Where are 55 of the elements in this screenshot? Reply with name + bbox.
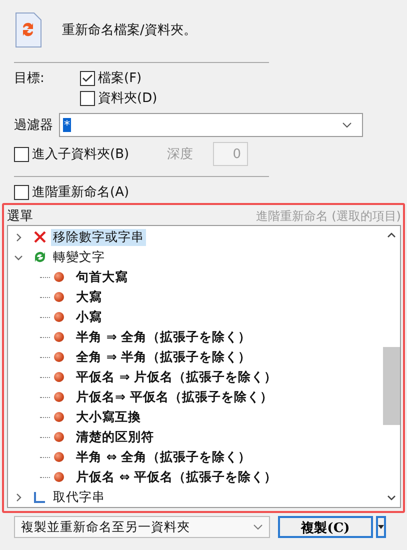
bullet-icon bbox=[54, 472, 64, 482]
tree-item[interactable]: 取代字串 bbox=[51, 488, 107, 506]
bullet-icon bbox=[54, 432, 64, 442]
tree-item[interactable]: 平仮名 ⇒ 片仮名（拡張子を除く） bbox=[74, 368, 280, 386]
tree-item[interactable]: 片仮名⇒ 平仮名（拡張子を除く） bbox=[74, 388, 275, 406]
refresh-icon bbox=[33, 250, 47, 264]
bullet-icon bbox=[54, 272, 64, 282]
tree-item[interactable]: 大小寫互換 bbox=[74, 408, 143, 426]
expander-icon[interactable] bbox=[14, 232, 23, 242]
target-label: 目標: bbox=[14, 70, 46, 88]
chevron-down-icon bbox=[342, 122, 352, 128]
bullet-icon bbox=[54, 372, 64, 382]
chevron-up-icon[interactable] bbox=[387, 232, 396, 238]
bullet-icon bbox=[54, 292, 64, 302]
checkbox-label: 進入子資料夾(B) bbox=[32, 146, 130, 163]
filter-combo[interactable]: * bbox=[59, 113, 363, 137]
tree-item[interactable]: 清楚的区別符 bbox=[74, 428, 156, 446]
checkbox-label: 資料夾(D) bbox=[98, 90, 158, 107]
chevron-down-icon[interactable] bbox=[387, 495, 396, 501]
tree-item[interactable]: 小寫 bbox=[74, 308, 104, 326]
replace-icon bbox=[33, 490, 47, 504]
checkbox-label: 檔案(F) bbox=[98, 70, 142, 87]
filter-label: 過濾器 bbox=[14, 117, 53, 134]
checkbox-label: 進階重新命名(A) bbox=[32, 184, 130, 201]
panel-title: 選單 bbox=[7, 208, 33, 225]
expander-icon[interactable] bbox=[14, 492, 23, 502]
bullet-icon bbox=[54, 312, 64, 322]
bullet-icon bbox=[54, 352, 64, 362]
dialog-title: 重新命名檔案/資料夾。 bbox=[62, 22, 196, 39]
checkbox[interactable] bbox=[14, 184, 29, 200]
tree-item[interactable]: 片仮名 ⇔ 平仮名（拡張子を除く） bbox=[74, 468, 280, 486]
tree-item[interactable]: 半角 ⇔ 全角（拡張子を除く） bbox=[74, 448, 254, 466]
copy-button[interactable]: 複製(C) bbox=[278, 516, 373, 538]
tree-item[interactable]: 句首大寫 bbox=[74, 268, 130, 286]
tree-item[interactable]: 大寫 bbox=[74, 288, 104, 306]
action-combo[interactable]: 複製並重新命名至另一資料夾 bbox=[14, 516, 270, 538]
tree-item[interactable]: 移除數字或字串 bbox=[51, 228, 146, 246]
bullet-icon bbox=[54, 332, 64, 342]
chevron-down-icon bbox=[253, 524, 263, 530]
bullet-icon bbox=[54, 452, 64, 462]
expander-icon[interactable] bbox=[14, 252, 23, 262]
bullet-icon bbox=[54, 412, 64, 422]
caret-icon bbox=[378, 525, 384, 529]
depth-label: 深度 bbox=[167, 146, 194, 163]
dropdown-button[interactable] bbox=[376, 516, 386, 538]
x-icon bbox=[33, 230, 47, 244]
tree-item[interactable]: 半角 ⇒ 全角（拡張子を除く） bbox=[74, 328, 254, 346]
panel-subtitle: 進階重新命名 (選取的項目) bbox=[256, 208, 401, 224]
file-refresh-icon bbox=[14, 12, 42, 48]
bullet-icon bbox=[54, 392, 64, 402]
checkbox[interactable] bbox=[14, 146, 29, 162]
tree-item[interactable]: 全角 ⇒ 半角（拡張子を除く） bbox=[74, 348, 254, 366]
tree-item[interactable]: 轉變文字 bbox=[51, 248, 107, 266]
checkbox[interactable] bbox=[80, 70, 95, 86]
checkbox[interactable] bbox=[80, 90, 95, 106]
